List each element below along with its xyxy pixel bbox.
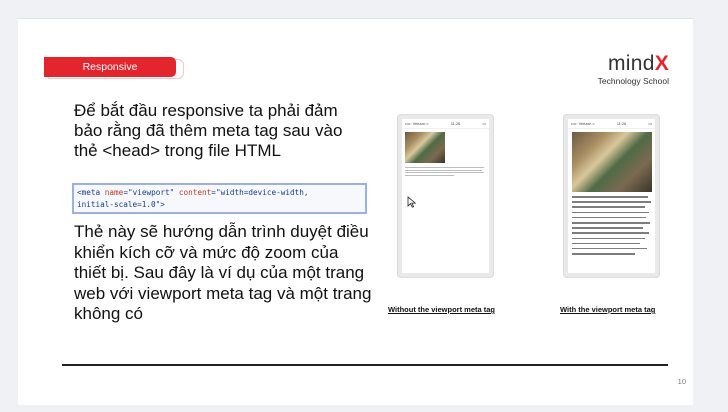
page-number: 10 bbox=[677, 377, 686, 386]
code-attr-content: content bbox=[178, 188, 212, 197]
logo-subtitle: Technology School bbox=[597, 76, 669, 86]
code-val-content: "width=device-width, bbox=[215, 188, 309, 197]
caption-without-viewport: Without the viewport meta tag bbox=[388, 305, 496, 314]
phone-with-viewport: ••••◦ Verizon ≈ 11:26 ▭ bbox=[564, 115, 659, 277]
code-line-1: <meta name="viewport" content="width=dev… bbox=[77, 188, 309, 197]
readable-text-lines bbox=[572, 196, 651, 255]
mindx-logo: mindX Technology School bbox=[597, 53, 669, 87]
intro-paragraph: Để bắt đầu responsive ta phải đảm bảo rằ… bbox=[74, 101, 343, 160]
logo-wordmark: mindX bbox=[598, 53, 669, 75]
status-time: 11:26 bbox=[616, 121, 627, 126]
example-photo-large bbox=[572, 132, 652, 192]
status-time: 11:26 bbox=[450, 121, 461, 126]
battery-icon: ▭ bbox=[482, 122, 486, 126]
caption-with-viewport: With the viewport meta tag bbox=[560, 305, 656, 314]
explanation-paragraph: Thẻ này sẽ hướng dẫn trình duyệt điều kh… bbox=[74, 222, 372, 323]
code-line-2: initial-scale=1.0"> bbox=[77, 199, 165, 209]
code-attr-name: name bbox=[104, 188, 124, 197]
phone-statusbar: ••••◦ Verizon ≈ 11:26 ▭ bbox=[568, 119, 655, 129]
phone-statusbar: ••••◦ Verizon ≈ 11:26 ▭ bbox=[402, 119, 489, 129]
status-carrier: ••••◦ Verizon ≈ bbox=[571, 121, 595, 126]
slide: Responsive mindX Technology School Để bắ… bbox=[18, 18, 693, 405]
tiny-text-lines bbox=[405, 167, 486, 176]
footer-divider bbox=[62, 364, 668, 366]
mouse-pointer-icon bbox=[407, 196, 417, 208]
code-val-viewport: "viewport" bbox=[127, 188, 175, 197]
logo-word: mind bbox=[607, 52, 655, 75]
example-photo-small bbox=[405, 132, 445, 163]
status-carrier: ••••◦ Verizon ≈ bbox=[405, 121, 429, 126]
section-badge-label: Responsive bbox=[82, 61, 138, 73]
section-badge: Responsive bbox=[44, 57, 184, 79]
code-snippet: <meta name="viewport" content="width=dev… bbox=[72, 183, 367, 214]
logo-x: X bbox=[654, 52, 669, 75]
code-tag-open: <meta bbox=[77, 188, 101, 197]
battery-icon: ▭ bbox=[648, 122, 652, 126]
